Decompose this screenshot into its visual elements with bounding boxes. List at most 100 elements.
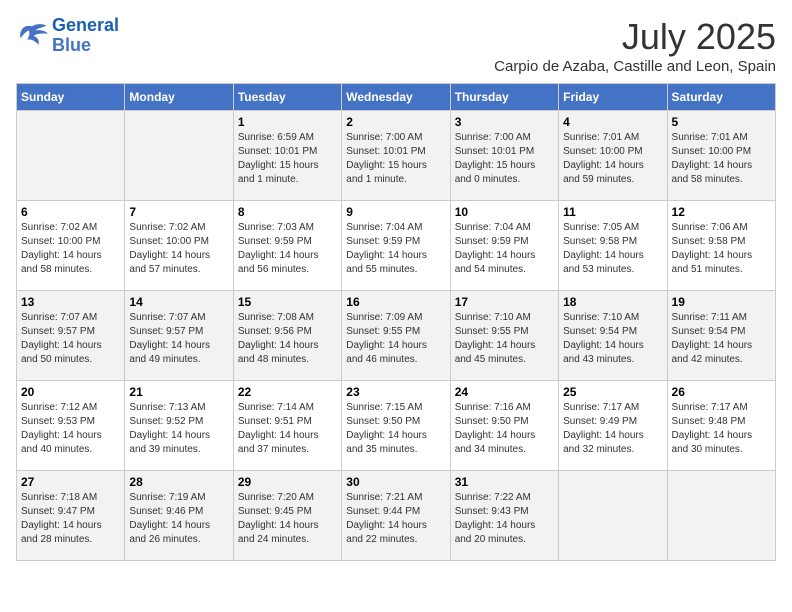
day-info: Sunrise: 7:11 AM Sunset: 9:54 PM Dayligh… — [672, 311, 771, 367]
day-info: Sunrise: 7:15 AM Sunset: 9:50 PM Dayligh… — [346, 401, 445, 457]
day-info: Sunrise: 7:01 AM Sunset: 10:00 PM Daylig… — [672, 131, 771, 187]
calendar-cell: 11 Sunrise: 7:05 AM Sunset: 9:58 PM Dayli… — [559, 201, 667, 291]
calendar-week-row: 1Sunrise: 6:59 AM Sunset: 10:01 PM Dayli… — [17, 111, 776, 201]
page-header: General Blue July 2025 Carpio de Azaba, … — [16, 16, 776, 75]
day-info: Sunrise: 7:10 AM Sunset: 9:54 PM Dayligh… — [563, 311, 662, 367]
calendar-cell: 15Sunrise: 7:08 AM Sunset: 9:56 PM Dayli… — [233, 291, 341, 381]
day-info: Sunrise: 7:08 AM Sunset: 9:56 PM Dayligh… — [238, 311, 337, 367]
day-info: Sunrise: 7:04 AM Sunset: 9:59 PM Dayligh… — [346, 221, 445, 277]
logo-text: General Blue — [52, 16, 119, 56]
calendar-cell — [17, 111, 125, 201]
day-number: 8 — [238, 205, 337, 219]
day-number: 19 — [672, 295, 771, 309]
day-info: Sunrise: 7:14 AM Sunset: 9:51 PM Dayligh… — [238, 401, 337, 457]
day-number: 25 — [563, 385, 662, 399]
day-number: 24 — [455, 385, 554, 399]
day-number: 30 — [346, 475, 445, 489]
calendar-week-row: 27 Sunrise: 7:18 AM Sunset: 9:47 PM Dayli… — [17, 471, 776, 561]
month-title: July 2025 — [494, 16, 776, 58]
day-info: Sunrise: 7:19 AM Sunset: 9:46 PM Dayligh… — [129, 491, 228, 547]
calendar-table: SundayMondayTuesdayWednesdayThursdayFrid… — [16, 83, 776, 561]
day-number: 31 — [455, 475, 554, 489]
title-block: July 2025 Carpio de Azaba, Castille and … — [494, 16, 776, 75]
calendar-cell: 1Sunrise: 6:59 AM Sunset: 10:01 PM Dayli… — [233, 111, 341, 201]
weekday-header-tuesday: Tuesday — [233, 84, 341, 111]
weekday-header-friday: Friday — [559, 84, 667, 111]
weekday-header-thursday: Thursday — [450, 84, 558, 111]
day-info: Sunrise: 7:04 AM Sunset: 9:59 PM Dayligh… — [455, 221, 554, 277]
calendar-cell: 6 Sunrise: 7:02 AM Sunset: 10:00 PM Dayli… — [17, 201, 125, 291]
day-info: Sunrise: 7:00 AM Sunset: 10:01 PM Daylig… — [455, 131, 554, 187]
day-info: Sunrise: 7:07 AM Sunset: 9:57 PM Dayligh… — [21, 311, 120, 367]
calendar-cell: 8 Sunrise: 7:03 AM Sunset: 9:59 PM Daylig… — [233, 201, 341, 291]
weekday-header-sunday: Sunday — [17, 84, 125, 111]
day-number: 17 — [455, 295, 554, 309]
day-info: Sunrise: 7:09 AM Sunset: 9:55 PM Dayligh… — [346, 311, 445, 367]
calendar-cell — [667, 471, 775, 561]
weekday-header-monday: Monday — [125, 84, 233, 111]
day-info: Sunrise: 7:10 AM Sunset: 9:55 PM Dayligh… — [455, 311, 554, 367]
day-number: 26 — [672, 385, 771, 399]
weekday-header-saturday: Saturday — [667, 84, 775, 111]
day-number: 21 — [129, 385, 228, 399]
day-number: 7 — [129, 205, 228, 219]
calendar-cell: 10 Sunrise: 7:04 AM Sunset: 9:59 PM Dayli… — [450, 201, 558, 291]
calendar-cell — [559, 471, 667, 561]
calendar-cell: 17 Sunrise: 7:10 AM Sunset: 9:55 PM Dayli… — [450, 291, 558, 381]
day-info: Sunrise: 7:13 AM Sunset: 9:52 PM Dayligh… — [129, 401, 228, 457]
calendar-cell: 20 Sunrise: 7:12 AM Sunset: 9:53 PM Dayli… — [17, 381, 125, 471]
day-number: 27 — [21, 475, 120, 489]
day-info: Sunrise: 7:01 AM Sunset: 10:00 PM Daylig… — [563, 131, 662, 187]
calendar-cell: 5 Sunrise: 7:01 AM Sunset: 10:00 PM Dayli… — [667, 111, 775, 201]
calendar-cell — [125, 111, 233, 201]
day-info: Sunrise: 6:59 AM Sunset: 10:01 PM Daylig… — [238, 131, 337, 187]
weekday-header-wednesday: Wednesday — [342, 84, 450, 111]
calendar-cell: 21 Sunrise: 7:13 AM Sunset: 9:52 PM Dayli… — [125, 381, 233, 471]
calendar-cell: 16 Sunrise: 7:09 AM Sunset: 9:55 PM Dayli… — [342, 291, 450, 381]
day-number: 14 — [129, 295, 228, 309]
weekday-header-row: SundayMondayTuesdayWednesdayThursdayFrid… — [17, 84, 776, 111]
day-info: Sunrise: 7:07 AM Sunset: 9:57 PM Dayligh… — [129, 311, 228, 367]
calendar-cell: 26 Sunrise: 7:17 AM Sunset: 9:48 PM Dayli… — [667, 381, 775, 471]
calendar-cell: 23Sunrise: 7:15 AM Sunset: 9:50 PM Dayli… — [342, 381, 450, 471]
day-number: 2 — [346, 115, 445, 129]
day-info: Sunrise: 7:02 AM Sunset: 10:00 PM Daylig… — [21, 221, 120, 277]
day-number: 12 — [672, 205, 771, 219]
calendar-cell: 18 Sunrise: 7:10 AM Sunset: 9:54 PM Dayli… — [559, 291, 667, 381]
calendar-cell: 27 Sunrise: 7:18 AM Sunset: 9:47 PM Dayli… — [17, 471, 125, 561]
day-number: 11 — [563, 205, 662, 219]
location-title: Carpio de Azaba, Castille and Leon, Spai… — [494, 58, 776, 75]
day-info: Sunrise: 7:22 AM Sunset: 9:43 PM Dayligh… — [455, 491, 554, 547]
calendar-cell: 9 Sunrise: 7:04 AM Sunset: 9:59 PM Daylig… — [342, 201, 450, 291]
day-info: Sunrise: 7:05 AM Sunset: 9:58 PM Dayligh… — [563, 221, 662, 277]
logo: General Blue — [16, 16, 119, 56]
day-number: 20 — [21, 385, 120, 399]
day-number: 5 — [672, 115, 771, 129]
calendar-week-row: 13Sunrise: 7:07 AM Sunset: 9:57 PM Dayli… — [17, 291, 776, 381]
day-number: 28 — [129, 475, 228, 489]
calendar-cell: 19 Sunrise: 7:11 AM Sunset: 9:54 PM Dayli… — [667, 291, 775, 381]
day-info: Sunrise: 7:12 AM Sunset: 9:53 PM Dayligh… — [21, 401, 120, 457]
calendar-week-row: 6 Sunrise: 7:02 AM Sunset: 10:00 PM Dayli… — [17, 201, 776, 291]
day-info: Sunrise: 7:20 AM Sunset: 9:45 PM Dayligh… — [238, 491, 337, 547]
day-number: 9 — [346, 205, 445, 219]
calendar-cell: 2 Sunrise: 7:00 AM Sunset: 10:01 PM Dayli… — [342, 111, 450, 201]
day-info: Sunrise: 7:17 AM Sunset: 9:48 PM Dayligh… — [672, 401, 771, 457]
day-number: 4 — [563, 115, 662, 129]
day-number: 18 — [563, 295, 662, 309]
day-number: 22 — [238, 385, 337, 399]
calendar-cell: 14 Sunrise: 7:07 AM Sunset: 9:57 PM Dayli… — [125, 291, 233, 381]
day-info: Sunrise: 7:21 AM Sunset: 9:44 PM Dayligh… — [346, 491, 445, 547]
day-number: 16 — [346, 295, 445, 309]
day-number: 10 — [455, 205, 554, 219]
day-number: 6 — [21, 205, 120, 219]
day-info: Sunrise: 7:00 AM Sunset: 10:01 PM Daylig… — [346, 131, 445, 187]
calendar-cell: 25Sunrise: 7:17 AM Sunset: 9:49 PM Dayli… — [559, 381, 667, 471]
day-info: Sunrise: 7:02 AM Sunset: 10:00 PM Daylig… — [129, 221, 228, 277]
calendar-cell: 31 Sunrise: 7:22 AM Sunset: 9:43 PM Dayli… — [450, 471, 558, 561]
day-info: Sunrise: 7:03 AM Sunset: 9:59 PM Dayligh… — [238, 221, 337, 277]
day-info: Sunrise: 7:16 AM Sunset: 9:50 PM Dayligh… — [455, 401, 554, 457]
day-info: Sunrise: 7:06 AM Sunset: 9:58 PM Dayligh… — [672, 221, 771, 277]
calendar-cell: 7 Sunrise: 7:02 AM Sunset: 10:00 PM Dayli… — [125, 201, 233, 291]
day-info: Sunrise: 7:18 AM Sunset: 9:47 PM Dayligh… — [21, 491, 120, 547]
